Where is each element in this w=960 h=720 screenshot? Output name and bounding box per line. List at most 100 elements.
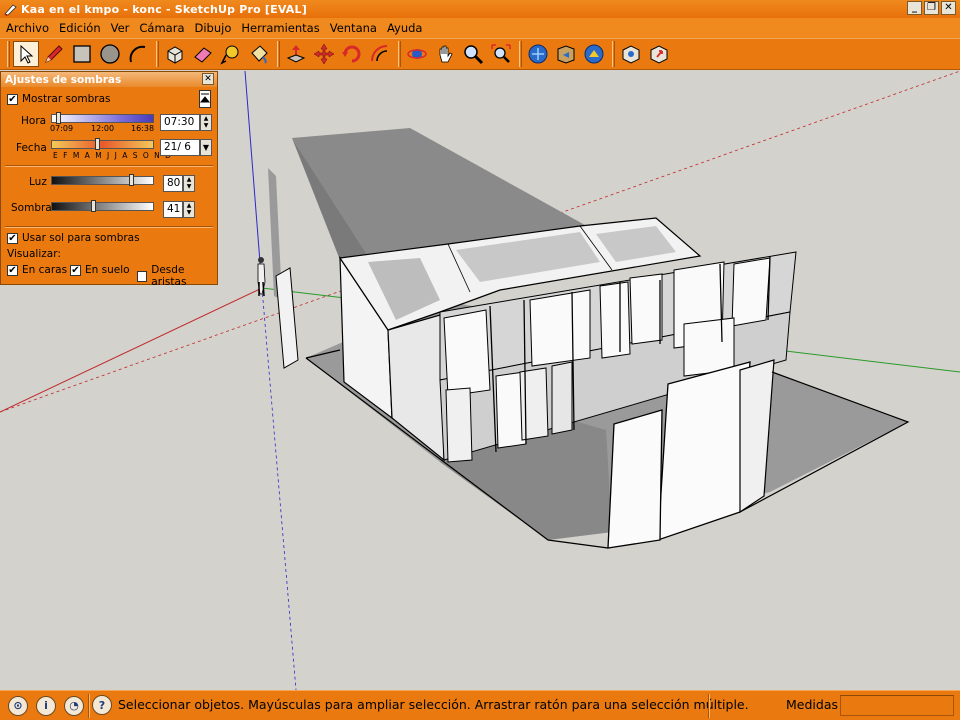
- measures-label: Medidas: [786, 697, 838, 712]
- rotate-tool-button[interactable]: [339, 41, 365, 67]
- dialog-title: Ajustes de sombras: [5, 73, 122, 86]
- share-model-button[interactable]: [553, 41, 579, 67]
- move-icon: [313, 43, 335, 65]
- time-field[interactable]: 07:30: [160, 114, 200, 131]
- menu-archivo[interactable]: Archivo: [4, 21, 57, 35]
- orbit-tool-button[interactable]: [404, 41, 430, 67]
- rectangle-icon: [73, 45, 91, 63]
- date-field[interactable]: 21/ 6: [160, 139, 200, 156]
- minimize-button[interactable]: _: [907, 1, 922, 15]
- tape-measure-button[interactable]: [218, 41, 244, 67]
- red-axis: [0, 287, 263, 413]
- menu-edicion[interactable]: Edición: [57, 21, 109, 35]
- on-ground-checkbox[interactable]: ✔: [70, 264, 81, 276]
- collapse-toggle-button[interactable]: [199, 90, 211, 108]
- display-label: Visualizar:: [7, 248, 61, 260]
- time-tick-end: 16:38: [131, 124, 155, 133]
- toolbar-grip[interactable]: [398, 41, 401, 67]
- toolbar-grip[interactable]: [156, 41, 159, 67]
- use-sun-row[interactable]: ✔ Usar sol para sombras: [7, 232, 140, 244]
- close-window-button[interactable]: ✕: [941, 1, 956, 15]
- toolbar-grip[interactable]: [612, 41, 615, 67]
- restore-button[interactable]: ❐: [924, 1, 939, 15]
- zoom-extents-button[interactable]: [488, 41, 514, 67]
- user-icon[interactable]: ◔: [64, 695, 84, 716]
- paint-bucket-button[interactable]: [246, 41, 272, 67]
- time-slider-knob[interactable]: [56, 112, 61, 124]
- dialog-close-button[interactable]: ✕: [202, 73, 214, 85]
- get-models-icon: [528, 44, 548, 64]
- eraser-tool-button[interactable]: [190, 41, 216, 67]
- menu-dibujo[interactable]: Dibujo: [193, 21, 240, 35]
- collapse-icon: [199, 93, 211, 103]
- component-library-button[interactable]: [618, 41, 644, 67]
- window-title: Kaa en el kmpo - konc - SketchUp Pro [EV…: [21, 2, 307, 16]
- dark-slider-knob[interactable]: [91, 200, 96, 212]
- rotate-icon: [342, 45, 361, 63]
- pencil-tool-button[interactable]: [41, 41, 67, 67]
- circle-tool-button[interactable]: [97, 41, 123, 67]
- time-slider[interactable]: [51, 112, 154, 124]
- measures-field[interactable]: [840, 695, 954, 716]
- arc-tool-button[interactable]: [125, 41, 151, 67]
- show-shadows-row[interactable]: ✔ Mostrar sombras: [7, 93, 111, 105]
- on-faces-row[interactable]: ✔ En caras: [7, 264, 67, 276]
- use-sun-checkbox[interactable]: ✔: [7, 232, 18, 244]
- toolbar-grip[interactable]: [7, 41, 10, 67]
- zoom-tool-button[interactable]: [460, 41, 486, 67]
- toolbar-grip[interactable]: [519, 41, 522, 67]
- zoom-extents-icon: [491, 44, 511, 63]
- month-ticks: E F M A M J J A S O N D: [53, 151, 173, 160]
- menu-ayuda[interactable]: Ayuda: [385, 21, 431, 35]
- menu-ventana[interactable]: Ventana: [328, 21, 385, 35]
- blue-axis: [244, 71, 263, 289]
- date-slider-knob[interactable]: [95, 138, 100, 150]
- on-ground-row[interactable]: ✔ En suelo: [70, 264, 130, 276]
- pan-tool-button[interactable]: [432, 41, 458, 67]
- get-models-button[interactable]: [525, 41, 551, 67]
- status-separator: [708, 694, 710, 718]
- share-component-button[interactable]: [646, 41, 672, 67]
- pencil-icon: [45, 45, 63, 63]
- dialog-title-bar[interactable]: Ajustes de sombras ✕: [1, 72, 217, 87]
- dark-slider[interactable]: [51, 200, 154, 212]
- select-tool-button[interactable]: [13, 41, 39, 67]
- light-slider[interactable]: [51, 174, 154, 186]
- help-icon[interactable]: ?: [92, 695, 112, 715]
- dark-field[interactable]: 41: [163, 201, 183, 218]
- push-pull-button[interactable]: [283, 41, 309, 67]
- light-slider-knob[interactable]: [129, 174, 134, 186]
- date-dropdown-button[interactable]: ▼: [200, 139, 212, 156]
- date-slider[interactable]: [51, 138, 154, 150]
- menu-bar: Archivo Edición Ver Cámara Dibujo Herram…: [0, 18, 960, 38]
- menu-camara[interactable]: Cámara: [137, 21, 192, 35]
- person-figure: [257, 257, 266, 297]
- menu-ver[interactable]: Ver: [109, 21, 138, 35]
- dialog-separator: [5, 165, 213, 167]
- side-panel: [275, 267, 299, 369]
- toolbar-grip[interactable]: [277, 41, 280, 67]
- from-edges-checkbox[interactable]: [137, 270, 148, 282]
- light-field[interactable]: 80: [163, 175, 183, 192]
- light-label: Luz: [29, 176, 47, 188]
- light-spinner[interactable]: ▲ ▼: [183, 175, 195, 192]
- move-tool-button[interactable]: [311, 41, 337, 67]
- from-edges-row[interactable]: Desde aristas: [137, 264, 217, 288]
- dark-label: Sombra: [11, 202, 52, 214]
- dark-spinner[interactable]: ▲ ▼: [183, 201, 195, 218]
- 3d-warehouse-icon: [584, 44, 604, 64]
- geo-location-icon[interactable]: ⊙: [8, 695, 28, 716]
- rectangle-tool-button[interactable]: [69, 41, 95, 67]
- push-pull-icon: [286, 45, 306, 63]
- show-shadows-checkbox[interactable]: ✔: [7, 93, 18, 105]
- time-spinner[interactable]: ▲ ▼: [200, 114, 212, 131]
- 3d-warehouse-button[interactable]: [581, 41, 607, 67]
- offset-tool-button[interactable]: [367, 41, 393, 67]
- sketchup-logo-icon: [4, 3, 17, 16]
- menu-herramientas[interactable]: Herramientas: [239, 21, 327, 35]
- date-label: Fecha: [16, 142, 47, 154]
- credits-icon[interactable]: i: [36, 695, 56, 716]
- zoom-icon: [464, 45, 484, 65]
- make-component-button[interactable]: [162, 41, 188, 67]
- on-faces-checkbox[interactable]: ✔: [7, 264, 18, 276]
